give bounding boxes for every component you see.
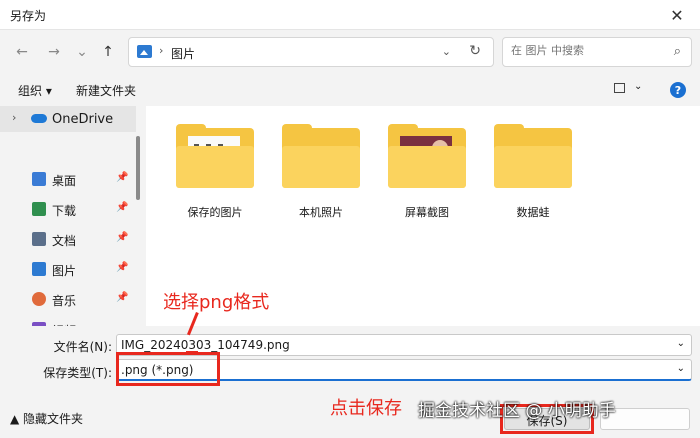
sidebar-item-onedrive[interactable]: › OneDrive xyxy=(0,106,136,132)
forward-arrow-icon[interactable]: → xyxy=(42,40,66,64)
folder-label: 数据蛙 xyxy=(516,206,550,219)
onedrive-cloud-icon xyxy=(31,114,47,123)
sidebar-scrollbar[interactable] xyxy=(136,136,140,200)
folder-label: 保存的图片 xyxy=(187,206,243,219)
search-icon: ⌕ xyxy=(673,44,681,59)
sidebar-item-videos[interactable]: 视频 xyxy=(0,316,136,326)
sidebar-item-label: OneDrive xyxy=(52,112,114,127)
search-box[interactable]: ⌕ xyxy=(502,37,692,67)
annotation-click-save: 点击保存 xyxy=(330,398,402,419)
breadcrumb-separator-icon[interactable]: › xyxy=(159,44,163,57)
save-type-dropdown-icon[interactable]: ⌄ xyxy=(677,363,685,374)
expand-chevron-icon[interactable]: › xyxy=(12,111,16,124)
folder-item[interactable]: 数据蛙 xyxy=(486,124,576,224)
view-mode-icon[interactable] xyxy=(614,83,625,93)
filename-dropdown-icon[interactable]: ⌄ xyxy=(677,338,685,349)
save-type-label: 保存类型(T): xyxy=(43,366,112,380)
sidebar-item-label: 音乐 xyxy=(52,294,77,308)
pictures-icon xyxy=(137,45,152,58)
organize-menu-button[interactable]: 组织 ▾ xyxy=(18,82,52,99)
breadcrumb-pictures[interactable]: 图片 xyxy=(171,45,195,62)
sidebar-item-documents[interactable]: 文档 📌 xyxy=(0,226,136,252)
sidebar-item-music[interactable]: 音乐 📌 xyxy=(0,286,136,312)
navigation-pane: › OneDrive 桌面 📌 下载 📌 文档 📌 图片 📌 音乐 📌 视频 xyxy=(0,106,136,326)
pin-icon[interactable]: 📌 xyxy=(116,232,128,243)
annotation-box-save-type xyxy=(116,352,220,386)
help-icon[interactable]: ? xyxy=(670,82,686,98)
address-bar[interactable]: › 图片 ⌄ ↻ xyxy=(128,37,494,67)
pictures-icon xyxy=(32,262,46,276)
window-title: 另存为 xyxy=(10,9,47,23)
pin-icon[interactable]: 📌 xyxy=(116,202,128,213)
search-input[interactable] xyxy=(511,44,661,57)
save-form-panel: 文件名(N): IMG_20240303_104749.png ⌄ 保存类型(T… xyxy=(0,326,700,438)
hide-folders-toggle[interactable]: ▲ 隐藏文件夹 xyxy=(10,410,83,427)
refresh-icon[interactable]: ↻ xyxy=(469,43,481,59)
folder-item[interactable]: 本机照片 xyxy=(274,124,364,224)
folder-label: 屏幕截图 xyxy=(405,206,449,219)
command-toolbar: 组织 ▾ 新建文件夹 ⌄ ? xyxy=(0,76,700,104)
recent-locations-chevron-icon[interactable]: ⌄ xyxy=(70,40,94,64)
documents-icon xyxy=(32,232,46,246)
new-folder-button[interactable]: 新建文件夹 xyxy=(76,82,136,99)
view-dropdown-icon[interactable]: ⌄ xyxy=(634,81,642,92)
folder-label: 本机照片 xyxy=(299,206,343,219)
navigation-bar: ← → ⌄ ↑ › 图片 ⌄ ↻ ⌕ xyxy=(0,30,700,74)
title-bar: 另存为 ✕ xyxy=(0,0,700,30)
watermark: 掘金技术社区 @ 小明助手 xyxy=(418,401,616,421)
sidebar-item-desktop[interactable]: 桌面 📌 xyxy=(0,166,136,192)
filename-value: IMG_20240303_104749.png xyxy=(121,338,290,352)
sidebar-item-pictures[interactable]: 图片 📌 xyxy=(0,256,136,282)
pin-icon[interactable]: 📌 xyxy=(116,172,128,183)
pin-icon[interactable]: 📌 xyxy=(116,262,128,273)
sidebar-item-label: 文档 xyxy=(52,234,77,248)
back-arrow-icon[interactable]: ← xyxy=(10,40,34,64)
folder-item[interactable]: 保存的图片 xyxy=(168,124,258,224)
sidebar-item-downloads[interactable]: 下载 📌 xyxy=(0,196,136,222)
address-dropdown-icon[interactable]: ⌄ xyxy=(442,45,451,58)
pin-icon[interactable]: 📌 xyxy=(116,292,128,303)
sidebar-item-label: 图片 xyxy=(52,264,77,278)
filename-label: 文件名(N): xyxy=(53,340,112,354)
sidebar-item-label: 下载 xyxy=(52,204,77,218)
download-icon xyxy=(32,202,46,216)
annotation-select-png: 选择png格式 xyxy=(163,292,270,313)
folder-item[interactable]: 屏幕截图 xyxy=(380,124,470,224)
close-button[interactable]: ✕ xyxy=(654,0,700,30)
up-arrow-icon[interactable]: ↑ xyxy=(96,40,120,64)
music-icon xyxy=(32,292,46,306)
sidebar-item-label: 桌面 xyxy=(52,174,77,188)
desktop-icon xyxy=(32,172,46,186)
